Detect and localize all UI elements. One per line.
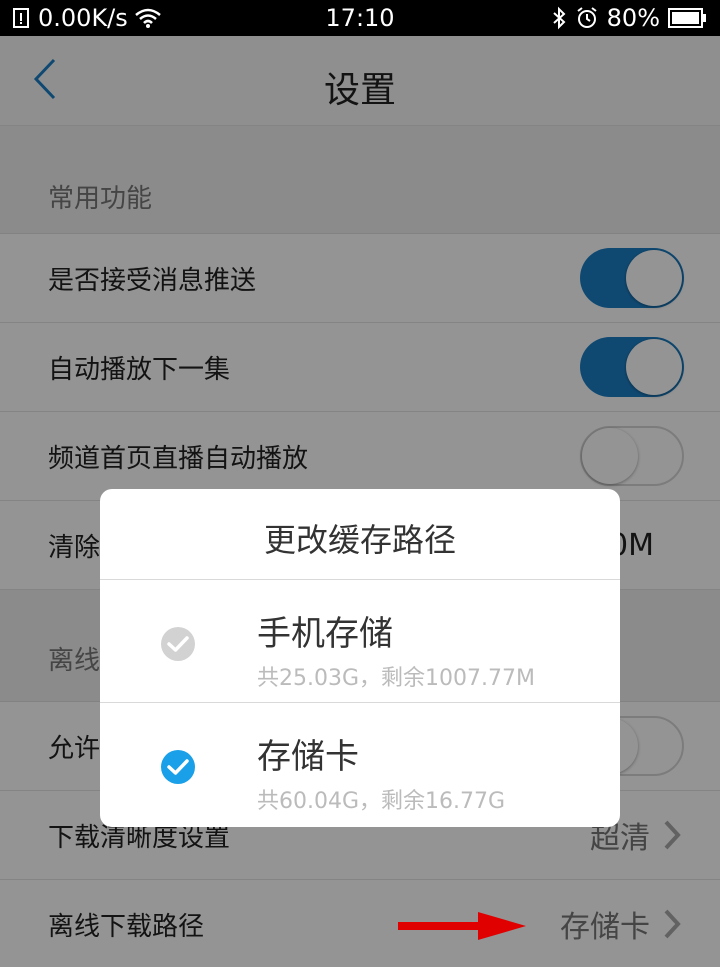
bluetooth-icon [551,6,567,30]
option-name: 手机存储 [257,614,393,654]
option-detail: 共60.04G，剩余16.77G [257,789,506,814]
option-detail: 共25.03G，剩余1007.77M [257,666,535,691]
status-bar: 0.00K/s 17:10 80% [0,0,720,36]
notification-icon [12,7,32,29]
cache-path-dialog: 更改缓存路径 手机存储 共25.03G，剩余1007.77M 存储卡 共60.0… [100,489,620,827]
check-circle-icon [160,749,196,785]
option-sd-card[interactable]: 存储卡 共60.04G，剩余16.77G [100,703,620,826]
network-speed: 0.00K/s [38,4,128,32]
battery-icon [668,7,708,29]
dialog-title: 更改缓存路径 [100,489,620,580]
option-name: 存储卡 [257,737,359,777]
alarm-icon [575,6,599,30]
wifi-icon [134,7,162,29]
check-circle-icon [160,626,196,662]
annotation-arrow-icon [398,912,526,940]
option-phone-storage[interactable]: 手机存储 共25.03G，剩余1007.77M [100,580,620,703]
battery-percent: 80% [606,4,660,32]
